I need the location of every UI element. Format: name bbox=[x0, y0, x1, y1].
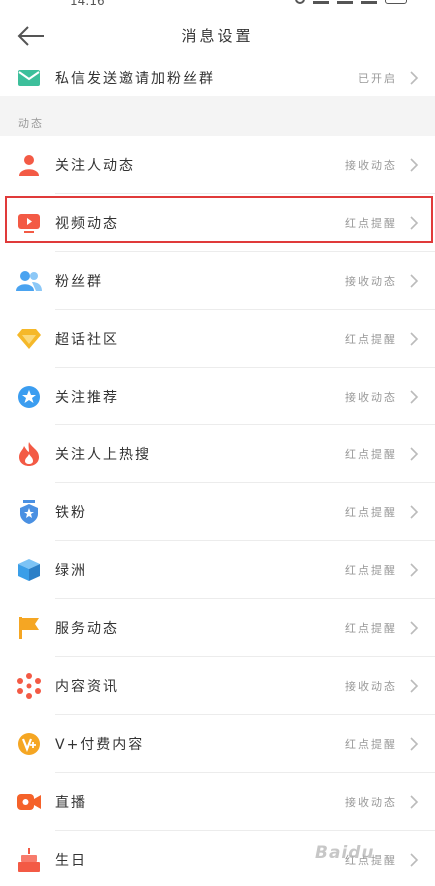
chevron-right-icon bbox=[410, 563, 419, 577]
flame-icon bbox=[16, 441, 42, 467]
setting-row-super-topic[interactable]: 超话社区 红点提醒 bbox=[0, 310, 435, 368]
chevron-right-icon bbox=[410, 158, 419, 172]
setting-row-fan-group[interactable]: 粉丝群 接收动态 bbox=[0, 252, 435, 310]
alarm-icon bbox=[295, 0, 305, 4]
setting-row-live[interactable]: 直播 接收动态 bbox=[0, 773, 435, 831]
setting-value: 接收动态 bbox=[345, 390, 397, 404]
chevron-right-icon bbox=[410, 679, 419, 693]
setting-value: 接收动态 bbox=[345, 158, 397, 172]
setting-row-followed-updates[interactable]: 关注人动态 接收动态 bbox=[0, 136, 435, 194]
flag-icon bbox=[16, 615, 42, 641]
signal-icon bbox=[313, 0, 329, 4]
setting-label: 私信发送邀请加粉丝群 bbox=[55, 71, 215, 87]
section-header: 动态 bbox=[0, 110, 435, 136]
top-item: 私信发送邀请加粉丝群 已开启 bbox=[0, 60, 435, 96]
setting-row-content-news[interactable]: 内容资讯 接收动态 bbox=[0, 657, 435, 715]
vplus-icon bbox=[16, 731, 42, 757]
status-time: 14:16 bbox=[70, 0, 105, 8]
setting-value: 接收动态 bbox=[345, 795, 397, 809]
setting-label: 视频动态 bbox=[55, 215, 119, 232]
setting-row-hot-search[interactable]: 关注人上热搜 红点提醒 bbox=[0, 425, 435, 484]
setting-label: V+付费内容 bbox=[55, 736, 145, 753]
setting-row-video-updates[interactable]: 视频动态 红点提醒 bbox=[0, 194, 435, 252]
live-camera-icon bbox=[16, 789, 42, 815]
setting-label: 直播 bbox=[55, 794, 87, 811]
watermark: Baidu bbox=[315, 843, 375, 863]
setting-value: 红点提醒 bbox=[345, 506, 397, 520]
envelope-icon bbox=[16, 65, 42, 91]
cube-icon bbox=[16, 557, 42, 583]
video-icon bbox=[16, 210, 42, 236]
setting-label: 粉丝群 bbox=[55, 273, 103, 290]
setting-value: 红点提醒 bbox=[345, 448, 397, 462]
section-title: 动态 bbox=[18, 117, 44, 130]
status-bar: 14:16 bbox=[0, 0, 435, 12]
diamond-icon bbox=[16, 326, 42, 352]
setting-label: 超话社区 bbox=[55, 331, 119, 348]
setting-label: 生日 bbox=[55, 852, 87, 869]
chevron-right-icon bbox=[410, 621, 419, 635]
setting-label: 绿洲 bbox=[55, 563, 87, 580]
nav-bar: 消息设置 bbox=[0, 12, 435, 60]
setting-row-vplus-paid[interactable]: V+付费内容 红点提醒 bbox=[0, 715, 435, 773]
chevron-right-icon bbox=[410, 332, 419, 346]
person-icon bbox=[16, 152, 42, 178]
shield-icon bbox=[16, 499, 42, 525]
setting-row-service-updates[interactable]: 服务动态 红点提醒 bbox=[0, 599, 435, 657]
group-icon bbox=[16, 268, 42, 294]
status-icons bbox=[295, 0, 407, 4]
signal-2-icon bbox=[337, 0, 353, 4]
setting-value: 红点提醒 bbox=[345, 332, 397, 346]
setting-value: 接收动态 bbox=[345, 679, 397, 693]
chevron-right-icon bbox=[410, 447, 419, 461]
setting-label: 铁粉 bbox=[55, 505, 87, 522]
chevron-right-icon bbox=[410, 737, 419, 751]
star-badge-icon bbox=[16, 384, 42, 410]
dots-ring-icon bbox=[16, 672, 42, 699]
chevron-right-icon bbox=[410, 505, 419, 519]
chevron-right-icon bbox=[410, 853, 419, 867]
page-title: 消息设置 bbox=[181, 27, 254, 45]
chevron-right-icon bbox=[410, 795, 419, 809]
setting-label: 关注人动态 bbox=[55, 157, 135, 174]
chevron-right-icon bbox=[410, 274, 419, 288]
setting-value: 接收动态 bbox=[345, 274, 397, 288]
setting-value: 红点提醒 bbox=[345, 737, 397, 751]
setting-value: 红点提醒 bbox=[345, 564, 397, 578]
battery-icon bbox=[385, 0, 407, 4]
setting-label: 服务动态 bbox=[55, 621, 119, 638]
setting-value: 红点提醒 bbox=[345, 216, 397, 230]
chevron-right-icon bbox=[410, 71, 419, 85]
setting-label: 关注人上热搜 bbox=[55, 447, 151, 464]
setting-row-fan-group-invite[interactable]: 私信发送邀请加粉丝群 已开启 bbox=[0, 60, 435, 96]
wifi-icon bbox=[361, 0, 377, 4]
setting-label: 关注推荐 bbox=[55, 389, 119, 406]
setting-row-iron-fan[interactable]: 铁粉 红点提醒 bbox=[0, 483, 435, 542]
setting-row-follow-recommend[interactable]: 关注推荐 接收动态 bbox=[0, 368, 435, 426]
setting-value: 红点提醒 bbox=[345, 622, 397, 636]
cake-icon bbox=[16, 847, 42, 873]
setting-value: 已开启 bbox=[358, 72, 397, 85]
settings-list: 关注人动态 接收动态 视频动态 红点提醒 粉丝群 接收动态 超话社区 红点提醒 … bbox=[0, 136, 435, 886]
setting-label: 内容资讯 bbox=[55, 678, 119, 695]
setting-row-oasis[interactable]: 绿洲 红点提醒 bbox=[0, 541, 435, 600]
chevron-right-icon bbox=[410, 216, 419, 230]
chevron-right-icon bbox=[410, 389, 419, 404]
